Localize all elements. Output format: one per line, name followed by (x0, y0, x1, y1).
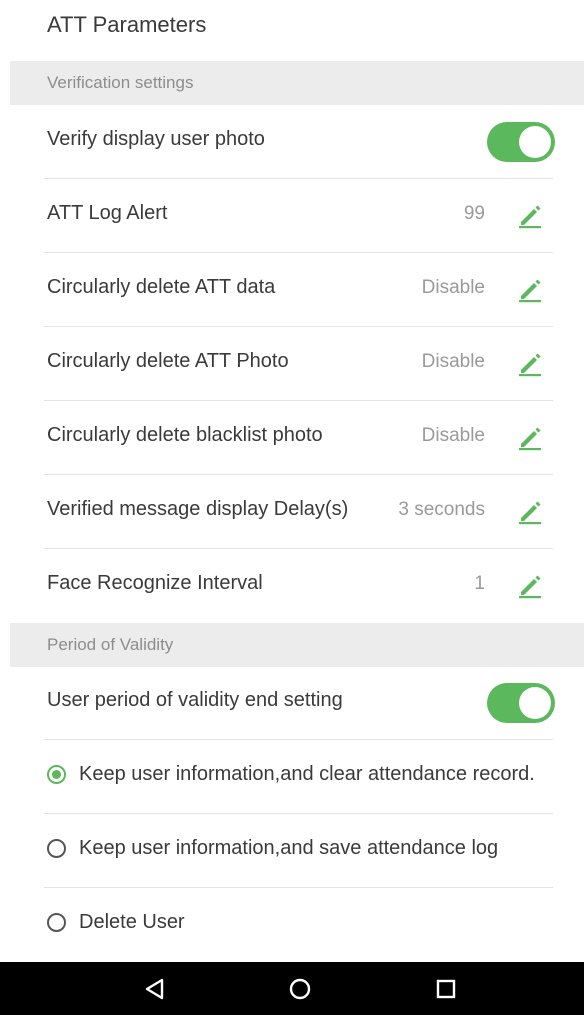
face-interval-value: 1 (474, 573, 485, 594)
delete-att-data-value: Disable (421, 277, 485, 298)
verify-photo-label: Verify display user photo (47, 128, 265, 150)
page-title: ATT Parameters (47, 12, 207, 37)
row-att-log-alert[interactable]: ATT Log Alert 99 (0, 179, 584, 253)
delete-att-photo-label: Circularly delete ATT Photo (47, 350, 289, 372)
row-validity-end-setting: User period of validity end setting (0, 666, 584, 740)
message-delay-value: 3 seconds (398, 499, 485, 520)
toggle-knob (519, 126, 551, 158)
section-title-verification: Verification settings (47, 73, 194, 92)
row-message-display-delay[interactable]: Verified message display Delay(s) 3 seco… (0, 475, 584, 549)
radio-option-label: Keep user information,and clear attendan… (79, 763, 535, 785)
validity-end-toggle[interactable] (487, 683, 555, 723)
edit-pencil-icon[interactable] (517, 349, 545, 377)
section-title-validity: Period of Validity (47, 635, 174, 654)
row-delete-blacklist-photo[interactable]: Circularly delete blacklist photo Disabl… (0, 401, 584, 475)
log-alert-value: 99 (463, 203, 485, 224)
edit-pencil-icon[interactable] (517, 571, 545, 599)
radio-option-delete-user[interactable]: Delete User (0, 888, 584, 962)
section-header-verification: Verification settings (10, 61, 584, 105)
radio-unselected-icon[interactable] (47, 913, 66, 932)
recents-square-icon[interactable] (429, 972, 463, 1006)
system-navigation-bar (0, 962, 584, 1015)
radio-option-keep-clear[interactable]: Keep user information,and clear attendan… (0, 740, 584, 814)
toggle-knob (519, 687, 551, 719)
delete-att-data-label: Circularly delete ATT data (47, 276, 276, 298)
edit-pencil-icon[interactable] (517, 423, 545, 451)
edit-pencil-icon[interactable] (517, 497, 545, 525)
delete-blacklist-label: Circularly delete blacklist photo (47, 424, 323, 446)
radio-option-label: Delete User (79, 911, 185, 933)
face-interval-label: Face Recognize Interval (47, 572, 263, 594)
row-delete-att-data[interactable]: Circularly delete ATT data Disable (0, 253, 584, 327)
radio-option-label: Keep user information,and save attendanc… (79, 837, 499, 859)
section-header-validity: Period of Validity (10, 623, 584, 667)
row-face-recognize-interval[interactable]: Face Recognize Interval 1 (0, 549, 584, 623)
radio-unselected-icon[interactable] (47, 839, 66, 858)
delete-att-photo-value: Disable (421, 351, 485, 372)
page-header: ATT Parameters (0, 0, 584, 60)
radio-option-keep-save[interactable]: Keep user information,and save attendanc… (0, 814, 584, 888)
validity-end-label: User period of validity end setting (47, 689, 343, 711)
back-triangle-icon[interactable] (138, 972, 172, 1006)
edit-pencil-icon[interactable] (517, 201, 545, 229)
row-verify-display-photo: Verify display user photo (0, 105, 584, 179)
home-circle-icon[interactable] (283, 972, 317, 1006)
row-delete-att-photo[interactable]: Circularly delete ATT Photo Disable (0, 327, 584, 401)
verify-photo-toggle[interactable] (487, 122, 555, 162)
message-delay-label: Verified message display Delay(s) (47, 498, 349, 520)
edit-pencil-icon[interactable] (517, 275, 545, 303)
delete-blacklist-value: Disable (421, 425, 485, 446)
log-alert-label: ATT Log Alert (47, 202, 168, 224)
radio-selected-icon[interactable] (47, 765, 66, 784)
